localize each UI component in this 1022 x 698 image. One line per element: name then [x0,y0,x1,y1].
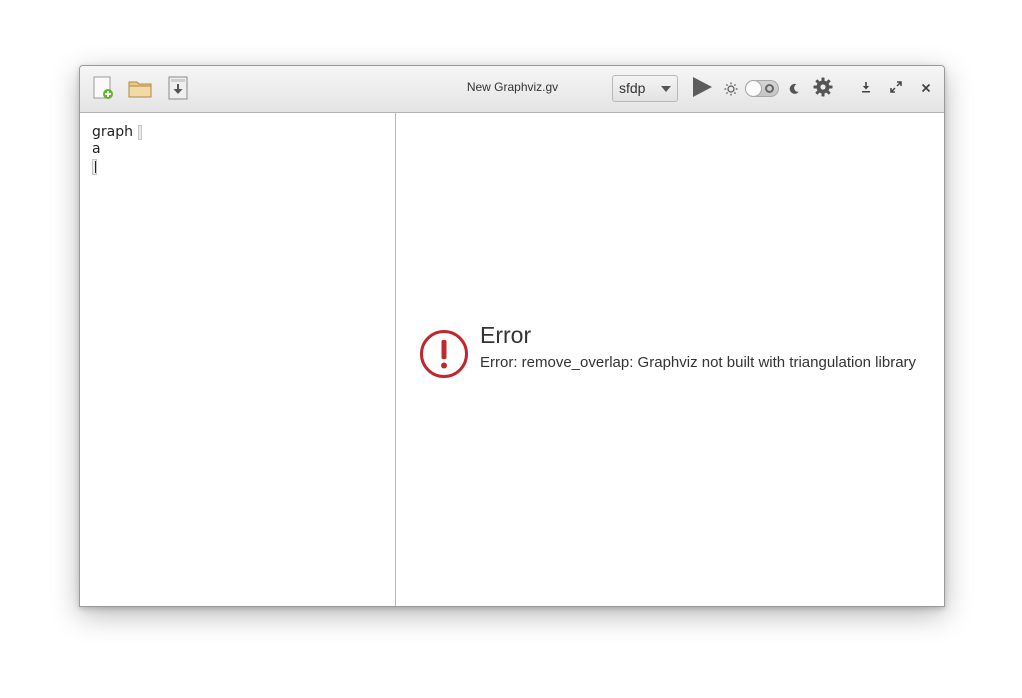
dark-mode-switch[interactable] [745,80,779,97]
source-editor[interactable]: graph a [80,113,396,606]
maximize-button[interactable] [888,81,904,97]
layout-engine-value: sfdp [619,80,646,96]
editor-content[interactable]: graph a [92,124,142,175]
new-document-icon [91,75,115,106]
close-button[interactable] [918,81,934,97]
app-window: New Graphviz.gv sfdp graph a Error Error… [79,65,945,607]
window-title: New Graphviz.gv [466,80,559,94]
switch-knob [745,80,762,97]
gear-icon [813,77,833,102]
run-button[interactable] [689,76,715,103]
editor-line-text: a [92,141,101,157]
editor-line-text: graph [92,124,133,140]
close-icon [921,80,931,98]
new-file-button[interactable] [90,76,116,104]
minimize-icon [860,80,872,98]
layout-engine-select[interactable]: sfdp [612,75,678,102]
editor-line: a [92,141,142,158]
editor-line: graph [92,124,142,141]
error-message: Error: remove_overlap: Graphviz not buil… [480,354,917,371]
header-bar: New Graphviz.gv sfdp [80,66,944,113]
sun-icon [724,82,738,96]
moon-icon [787,82,801,96]
settings-button[interactable] [812,77,834,102]
error-title: Error [480,322,532,348]
chevron-down-icon [661,86,671,92]
minimize-button[interactable] [858,81,874,97]
folder-open-icon [127,77,153,104]
play-icon [691,76,713,103]
text-cursor [92,158,97,175]
switch-off-mark [765,84,774,93]
save-download-icon [167,76,189,105]
save-button[interactable] [165,76,191,104]
editor-line [92,158,142,175]
maximize-icon [890,80,902,98]
whitespace-marker [137,125,142,140]
open-file-button[interactable] [126,76,154,104]
preview-pane: Error Error: remove_overlap: Graphviz no… [396,113,944,606]
error-icon [419,329,469,384]
